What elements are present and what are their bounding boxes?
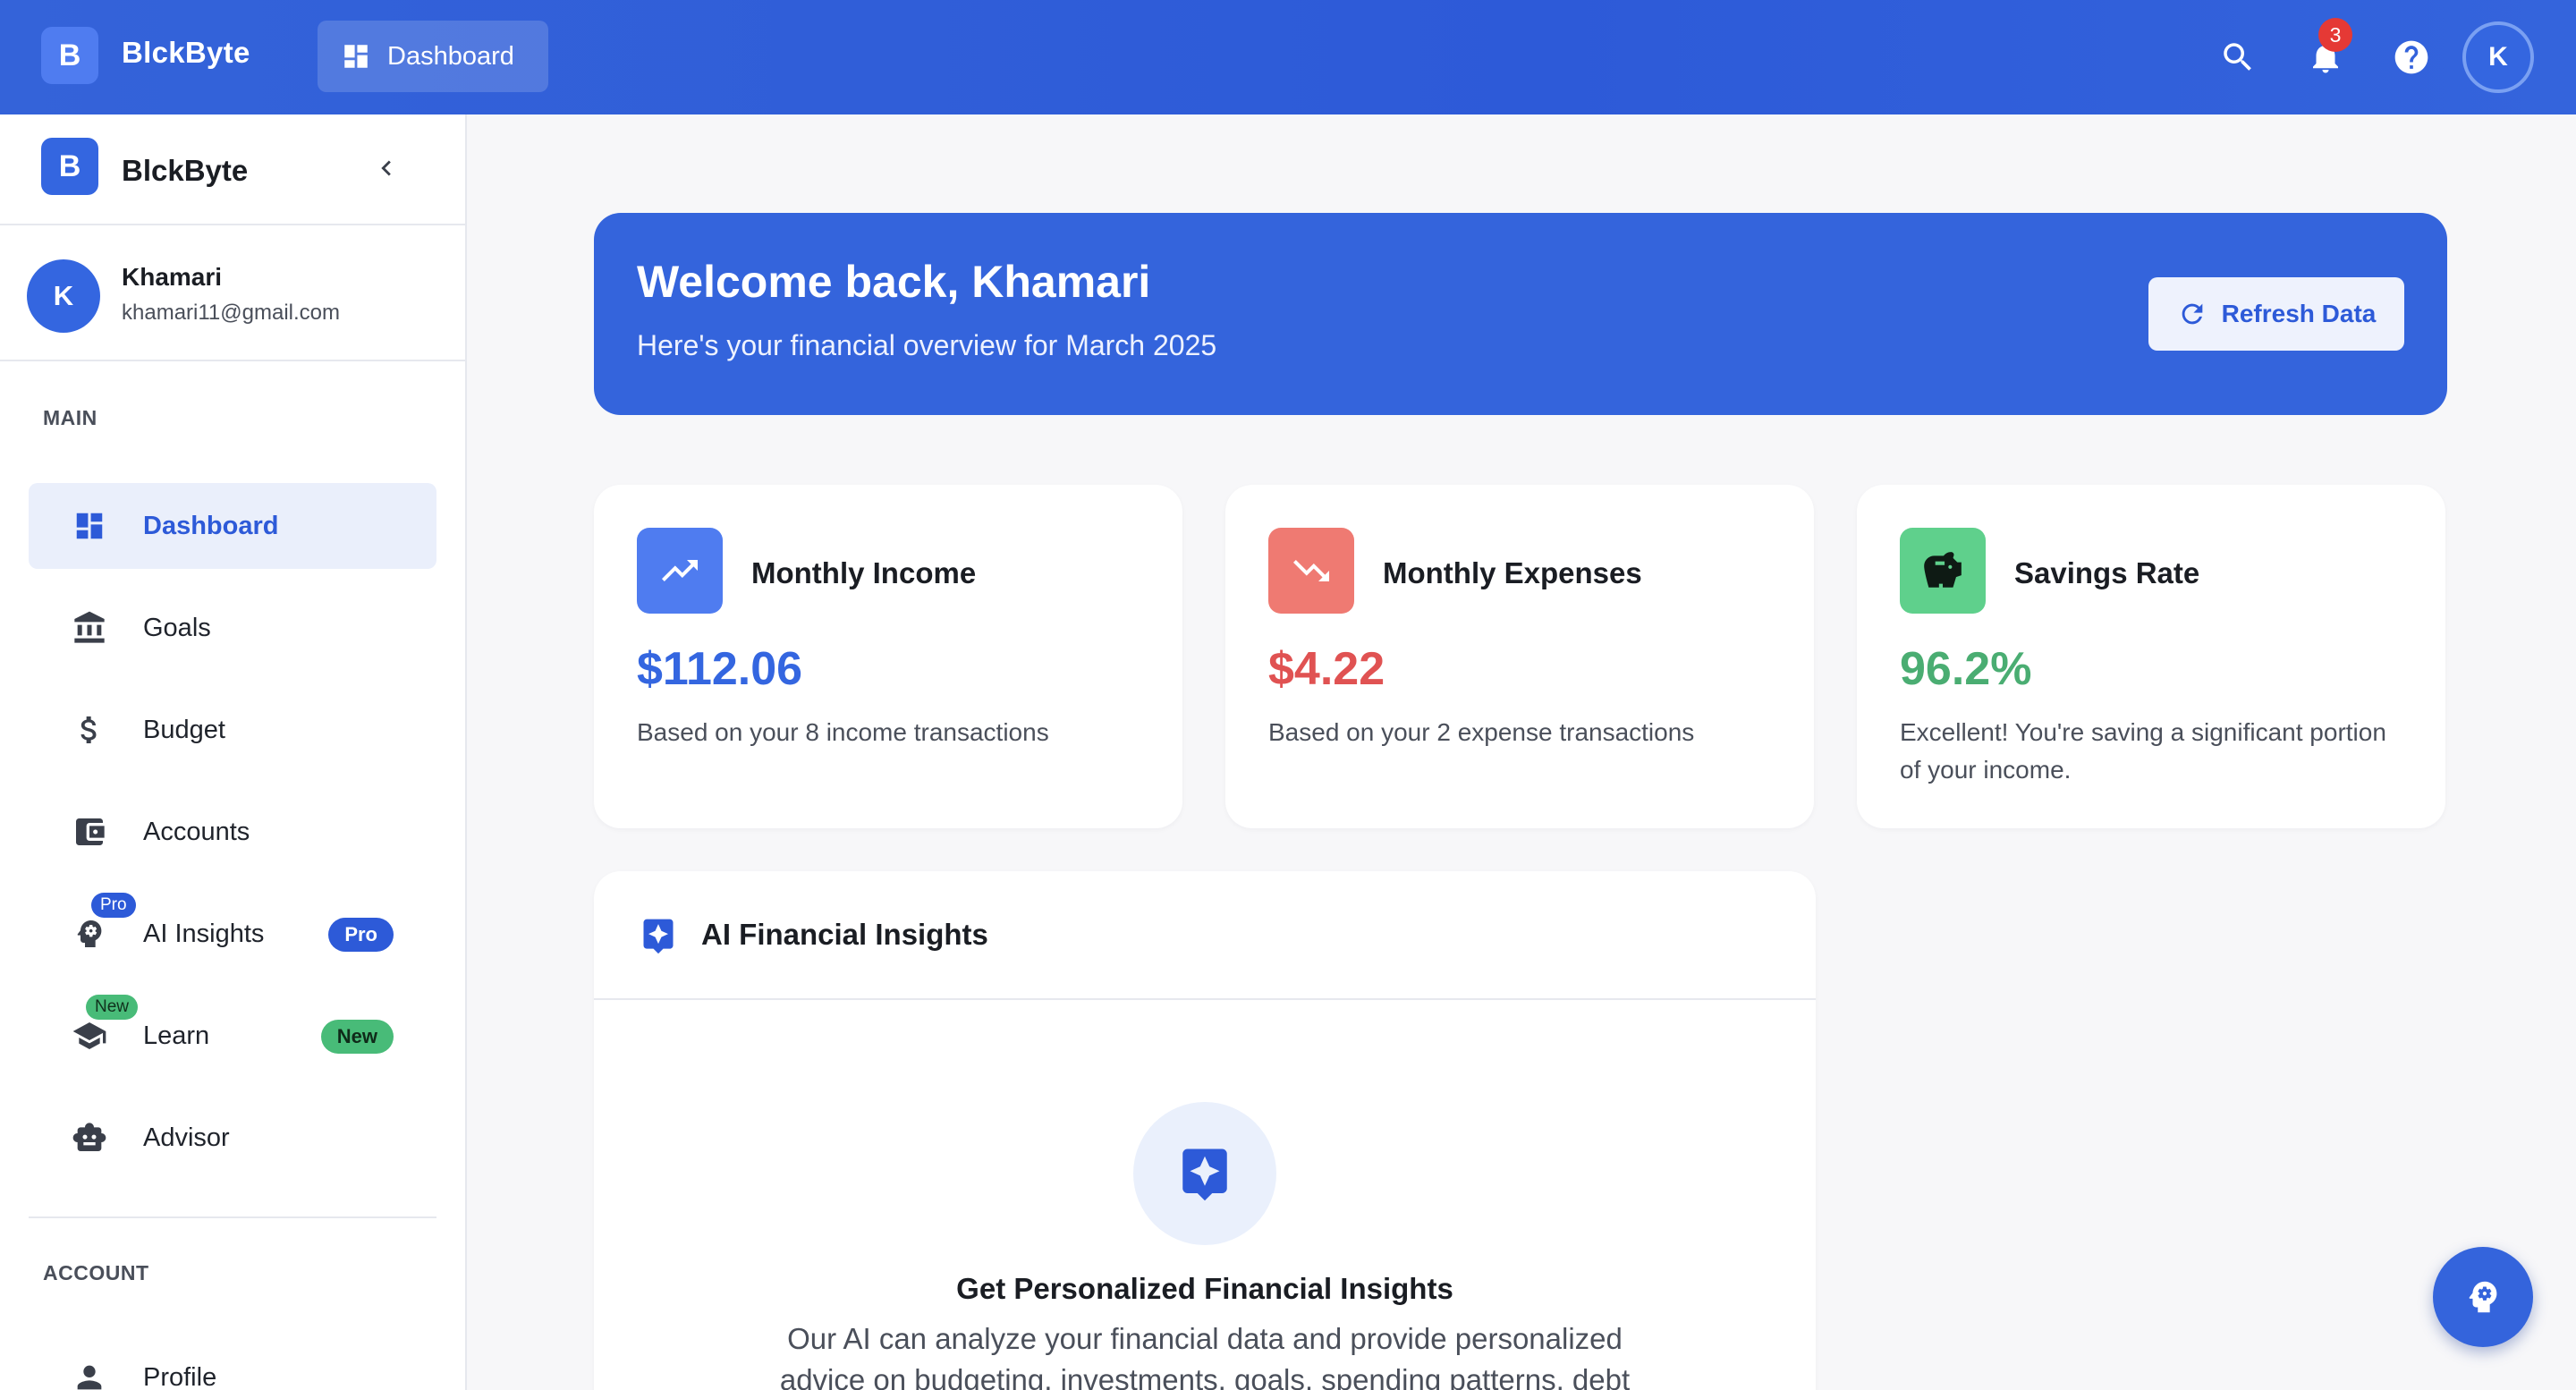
sidebar-item-label: Budget bbox=[143, 716, 225, 744]
piggy-bank-icon bbox=[1900, 528, 1986, 614]
welcome-title: Welcome back, Khamari bbox=[637, 257, 1151, 307]
ai-head-icon bbox=[72, 916, 107, 952]
trending-down-icon bbox=[1268, 528, 1354, 614]
pro-badge: Pro bbox=[328, 918, 394, 952]
sidebar-item-label: Profile bbox=[143, 1363, 217, 1390]
sparkle-icon bbox=[637, 914, 680, 957]
sidebar-item-label: Learn bbox=[143, 1021, 210, 1050]
user-email: khamari11@gmail.com bbox=[122, 301, 340, 325]
welcome-banner: Welcome back, Khamari Here's your financ… bbox=[594, 213, 2447, 415]
dollar-icon bbox=[72, 712, 107, 748]
sidebar-item-label: Accounts bbox=[143, 818, 250, 846]
chevron-left-icon bbox=[381, 160, 391, 176]
ai-assistant-fab[interactable] bbox=[2433, 1247, 2533, 1347]
search-button[interactable] bbox=[2209, 29, 2267, 86]
help-icon bbox=[2394, 40, 2428, 74]
sidebar-item-accounts[interactable]: Accounts bbox=[29, 789, 436, 875]
sidebar-user-card[interactable]: K Khamari khamari11@gmail.com bbox=[0, 225, 465, 361]
stat-value: 96.2% bbox=[1900, 643, 2032, 695]
sidebar-item-label: Advisor bbox=[143, 1123, 230, 1152]
stat-title: Monthly Expenses bbox=[1383, 556, 1642, 589]
pro-mini-badge: Pro bbox=[91, 893, 136, 918]
section-label-main: MAIN bbox=[43, 406, 97, 429]
dashboard-icon bbox=[72, 508, 107, 544]
new-mini-badge: New bbox=[86, 995, 139, 1020]
insights-panel-title: Get Personalized Financial Insights bbox=[956, 1272, 1453, 1305]
sidebar: B BlckByte K Khamari khamari11@gmail.com… bbox=[0, 114, 467, 1390]
notification-count-badge: 3 bbox=[2318, 18, 2352, 52]
notifications-button[interactable]: 3 bbox=[2297, 18, 2354, 86]
sidebar-item-ai-insights[interactable]: Pro AI Insights Pro bbox=[29, 891, 436, 977]
ai-head-icon bbox=[2469, 1281, 2497, 1313]
sidebar-brand-name[interactable]: BlckByte bbox=[122, 154, 248, 188]
top-app-bar: B BlckByte Dashboard 3 K bbox=[0, 0, 2576, 114]
sidebar-item-goals[interactable]: Goals bbox=[29, 585, 436, 671]
user-avatar-button[interactable]: K bbox=[2462, 21, 2534, 93]
stat-description: Excellent! You're saving a significant p… bbox=[1900, 718, 2386, 784]
sidebar-divider bbox=[29, 1216, 436, 1218]
stat-value: $4.22 bbox=[1268, 643, 1385, 695]
ai-insights-header: AI Financial Insights bbox=[594, 871, 1816, 1000]
ai-insights-card: AI Financial Insights Get Personalized F… bbox=[594, 871, 1816, 1390]
sidebar-header: B BlckByte bbox=[0, 114, 465, 225]
sidebar-item-label: AI Insights bbox=[143, 920, 265, 948]
new-badge: New bbox=[320, 1020, 394, 1054]
refresh-icon bbox=[2182, 303, 2202, 325]
wallet-icon bbox=[72, 814, 107, 850]
sidebar-item-profile[interactable]: Profile bbox=[29, 1335, 436, 1390]
monthly-expenses-card: Monthly Expenses $4.22 Based on your 2 e… bbox=[1225, 485, 1814, 828]
user-name: Khamari bbox=[122, 263, 223, 291]
stat-title: Monthly Income bbox=[751, 556, 977, 589]
refresh-data-label: Refresh Data bbox=[2221, 300, 2377, 327]
stat-value: $112.06 bbox=[637, 643, 803, 695]
section-label-account: ACCOUNT bbox=[43, 1261, 149, 1284]
sidebar-item-dashboard[interactable]: Dashboard bbox=[29, 483, 436, 569]
person-icon bbox=[72, 1360, 107, 1390]
trending-up-icon bbox=[637, 528, 723, 614]
sidebar-item-learn[interactable]: New Learn New bbox=[29, 993, 436, 1079]
top-tab-label: Dashboard bbox=[387, 41, 514, 71]
sidebar-collapse-button[interactable] bbox=[369, 150, 404, 186]
stat-description: Based on your 2 expense transactions bbox=[1268, 718, 1695, 746]
refresh-data-button[interactable]: Refresh Data bbox=[2148, 277, 2404, 351]
sidebar-item-label: Goals bbox=[143, 614, 211, 642]
robot-icon bbox=[72, 1120, 107, 1156]
search-icon bbox=[2224, 43, 2251, 71]
sidebar-brand-logo[interactable]: B bbox=[41, 138, 98, 195]
ai-insights-title: AI Financial Insights bbox=[701, 918, 988, 951]
school-icon bbox=[72, 1018, 107, 1054]
brand-name[interactable]: BlckByte bbox=[122, 36, 250, 70]
stat-description: Based on your 8 income transactions bbox=[637, 718, 1049, 746]
stat-title: Savings Rate bbox=[2014, 556, 2200, 589]
monthly-income-card: Monthly Income $112.06 Based on your 8 i… bbox=[594, 485, 1182, 828]
sidebar-item-label: Dashboard bbox=[143, 512, 279, 540]
top-tab-dashboard[interactable]: Dashboard bbox=[318, 21, 548, 92]
bank-icon bbox=[72, 610, 107, 646]
avatar: K bbox=[27, 259, 100, 333]
sparkle-icon bbox=[1133, 1102, 1276, 1245]
help-button[interactable] bbox=[2383, 29, 2440, 86]
dashboard-icon bbox=[344, 45, 368, 68]
brand-logo[interactable]: B bbox=[41, 27, 98, 84]
insights-panel-description: Our AI can analyze your financial data a… bbox=[779, 1322, 1631, 1390]
savings-rate-card: Savings Rate 96.2% Excellent! You're sav… bbox=[1857, 485, 2445, 828]
sidebar-item-budget[interactable]: Budget bbox=[29, 687, 436, 773]
welcome-subtitle: Here's your financial overview for March… bbox=[637, 329, 1217, 361]
sidebar-item-advisor[interactable]: Advisor bbox=[29, 1095, 436, 1181]
